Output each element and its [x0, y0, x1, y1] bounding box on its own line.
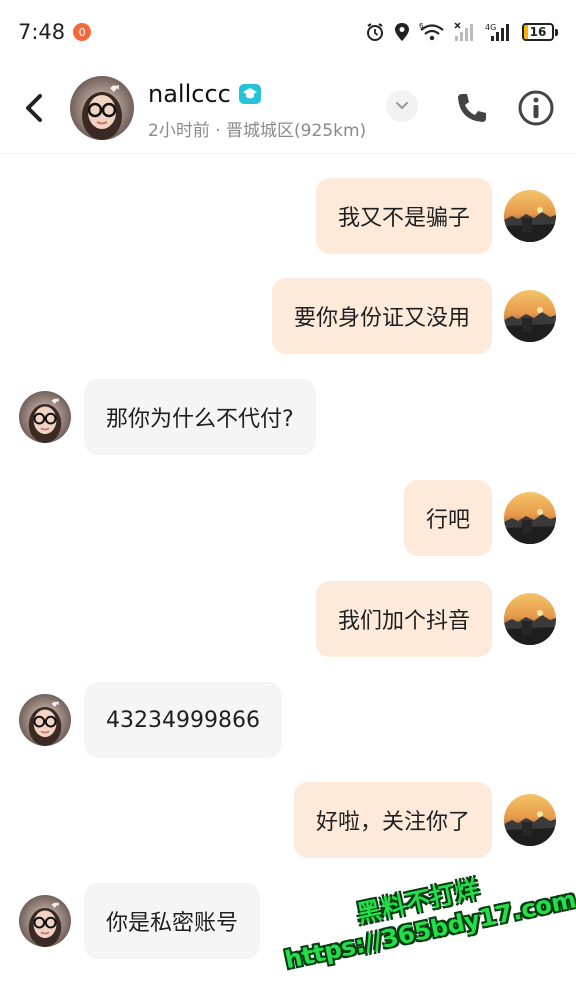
message-bubble-outgoing[interactable]: 我又不是骗子	[315, 178, 492, 254]
wifi-icon: 6	[419, 22, 445, 42]
back-button[interactable]	[18, 88, 50, 128]
watermark: 黑料不打烊 https://365bdy17.com	[273, 840, 576, 999]
my-avatar[interactable]	[504, 593, 556, 645]
info-button[interactable]	[516, 88, 556, 128]
my-avatar[interactable]	[504, 290, 556, 342]
verified-badge-icon	[238, 84, 261, 104]
status-time: 7:48	[18, 20, 66, 44]
message-bubble-outgoing[interactable]: 我们加个抖音	[315, 581, 492, 657]
contact-avatar-small[interactable]	[19, 694, 71, 746]
call-button[interactable]	[452, 88, 492, 128]
contact-avatar-small[interactable]	[19, 391, 71, 443]
location-icon	[394, 22, 410, 42]
status-left: 7:48 0	[18, 20, 92, 44]
cellular-4g-icon: 4G	[485, 22, 513, 42]
my-avatar[interactable]	[504, 190, 556, 242]
message-bubble-outgoing[interactable]: 行吧	[403, 480, 492, 556]
notification-badge: 0	[73, 23, 92, 41]
message-row: 行吧	[0, 480, 576, 556]
my-avatar[interactable]	[504, 492, 556, 544]
contact-subtitle: 2小时前 · 晋城城区(925km)	[148, 121, 367, 141]
battery-icon: 16	[522, 23, 558, 41]
svg-text:4G: 4G	[485, 23, 496, 32]
svg-text:6: 6	[419, 22, 424, 30]
message-bubble-incoming[interactable]: 那你为什么不代付?	[84, 379, 316, 455]
message-bubble-outgoing[interactable]: 好啦，关注你了	[293, 782, 492, 858]
contact-avatar-small[interactable]	[19, 895, 71, 947]
back-icon	[26, 94, 42, 122]
message-row: 我又不是骗子	[0, 178, 576, 254]
info-icon	[518, 90, 554, 126]
chevron-down-icon	[396, 102, 408, 110]
expand-button[interactable]	[386, 90, 418, 122]
alarm-icon	[365, 22, 385, 42]
battery-level: 16	[529, 25, 547, 39]
contact-avatar[interactable]	[70, 76, 134, 140]
message-row: 我们加个抖音	[0, 581, 576, 657]
message-row: 43234999866	[0, 682, 576, 758]
status-right: 6 4G 16	[365, 22, 558, 42]
message-row: 那你为什么不代付?	[0, 379, 576, 455]
chat-header: nallccc 2小时前 · 晋城城区(925km)	[0, 64, 576, 154]
message-bubble-incoming[interactable]: 43234999866	[84, 682, 282, 758]
message-bubble-outgoing[interactable]: 要你身份证又没用	[271, 278, 492, 354]
phone-icon	[458, 94, 486, 122]
contact-name[interactable]: nallccc	[148, 80, 231, 108]
battery-fill	[524, 25, 529, 39]
signal-icon	[454, 22, 476, 42]
message-row: 要你身份证又没用	[0, 278, 576, 354]
message-bubble-incoming[interactable]: 你是私密账号	[84, 883, 261, 959]
my-avatar[interactable]	[504, 794, 556, 846]
message-row: 好啦，关注你了	[0, 782, 576, 858]
contact-name-row[interactable]: nallccc	[148, 80, 261, 108]
status-bar: 7:48 0 6 4G 16	[0, 0, 576, 64]
